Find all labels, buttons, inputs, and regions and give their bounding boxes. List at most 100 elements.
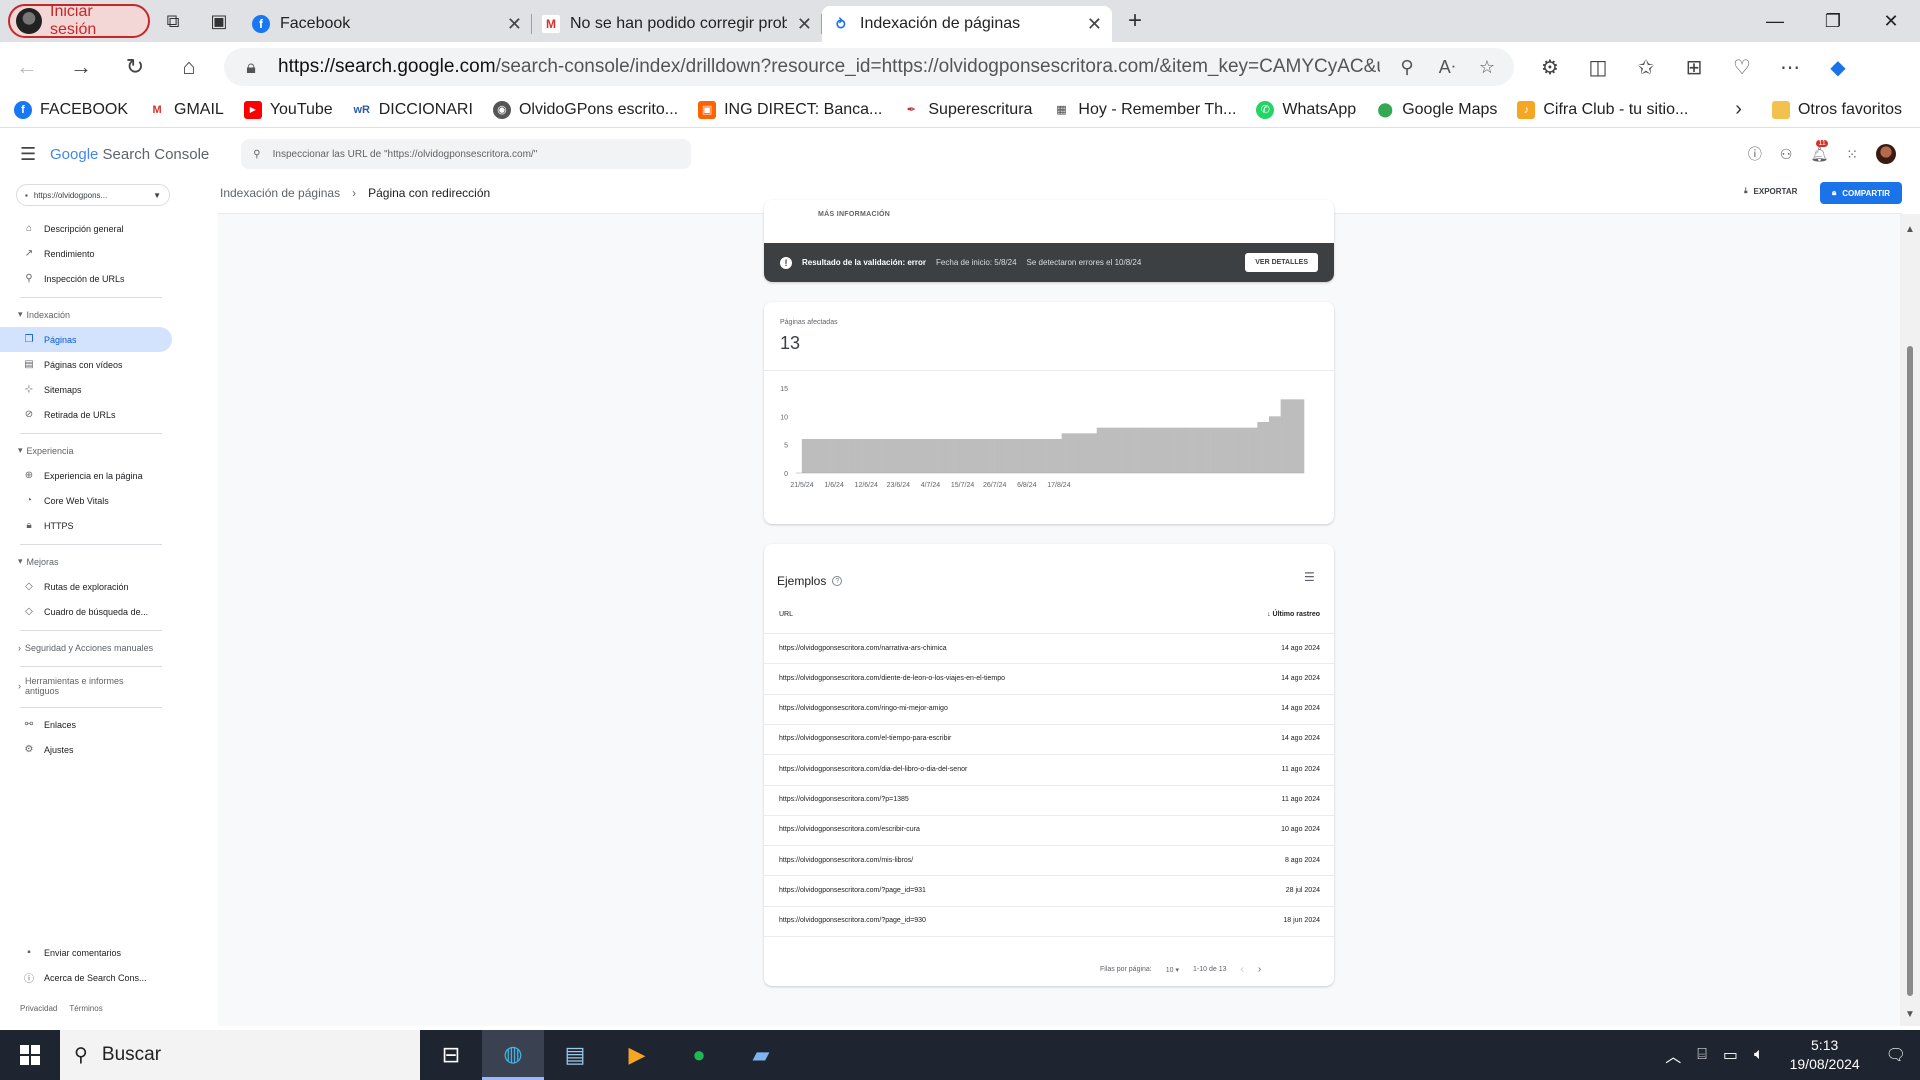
notepad-icon[interactable]: ▤: [544, 1030, 606, 1080]
read-aloud-icon[interactable]: Aᐧ: [1434, 57, 1460, 78]
chart-bar[interactable]: [901, 439, 905, 473]
chart-bar[interactable]: [883, 439, 887, 473]
chart-bar[interactable]: [947, 439, 952, 473]
chart-bar[interactable]: [1257, 422, 1261, 473]
table-row[interactable]: https://olvidogponsescritora.com/?page_i…: [764, 875, 1334, 905]
bookmark-google-maps[interactable]: ⬤ Google Maps: [1376, 101, 1497, 119]
chart-bar[interactable]: [1213, 427, 1217, 473]
sidebar-item-feedback[interactable]: ▪ Enviar comentarios: [0, 940, 172, 965]
table-row[interactable]: https://olvidogponsescritora.com/dia-del…: [764, 754, 1334, 784]
chart-bar[interactable]: [1125, 427, 1130, 473]
restore-icon[interactable]: ❐: [1804, 11, 1862, 32]
chart-bar[interactable]: [1117, 427, 1121, 473]
chart-bar[interactable]: [877, 439, 881, 473]
profile-button[interactable]: Iniciar sesión: [8, 3, 150, 38]
chart-bar[interactable]: [1050, 439, 1054, 473]
taskbar-search[interactable]: ⚲ Buscar: [60, 1030, 420, 1080]
chart-bar[interactable]: [1012, 439, 1016, 473]
bookmark-youtube[interactable]: ▶ YouTube: [243, 100, 333, 119]
chart-bar[interactable]: [1266, 422, 1270, 473]
bookmark-remember[interactable]: ▦ Hoy - Remember Th...: [1052, 101, 1236, 119]
chart-bar[interactable]: [1181, 427, 1185, 473]
task-view-icon[interactable]: ⊟: [420, 1030, 482, 1080]
chart-bar[interactable]: [974, 439, 978, 473]
chart-bar[interactable]: [1187, 427, 1191, 473]
chart-bar[interactable]: [1260, 422, 1264, 473]
clock[interactable]: 5:13 19/08/2024: [1790, 1036, 1860, 1074]
chart-bar[interactable]: [918, 439, 922, 473]
favorites-icon[interactable]: ✩: [1624, 55, 1668, 80]
chart-bar[interactable]: [863, 439, 867, 473]
bookmark-whatsapp[interactable]: ✆ WhatsApp: [1256, 100, 1356, 119]
chart-bar[interactable]: [1105, 427, 1109, 473]
chart-bar[interactable]: [1070, 433, 1074, 473]
chart-bar[interactable]: [982, 439, 987, 473]
chart-bar[interactable]: [880, 439, 884, 473]
sidebar-item-pages[interactable]: ❐ Páginas: [0, 327, 172, 352]
workspaces-icon[interactable]: ⧉: [150, 0, 196, 42]
bookmark-olvidogpons[interactable]: ◉ OlvidoGPons escrito...: [492, 100, 678, 119]
chart-bar[interactable]: [1277, 416, 1281, 473]
sidebar-item-removals[interactable]: ⊘ Retirada de URLs: [0, 402, 172, 427]
chart-bar[interactable]: [924, 439, 928, 473]
chart-bar[interactable]: [866, 439, 870, 473]
chart-bar[interactable]: [1108, 427, 1112, 473]
minimize-icon[interactable]: —: [1746, 11, 1804, 32]
chart-bar[interactable]: [1283, 399, 1287, 473]
chart-bar[interactable]: [1006, 439, 1010, 473]
close-window-icon[interactable]: ✕: [1862, 11, 1920, 32]
chart-bar[interactable]: [1216, 427, 1220, 473]
chart-bar[interactable]: [1120, 427, 1124, 473]
chart-bar[interactable]: [939, 439, 943, 473]
zoom-icon[interactable]: ⚲: [1394, 57, 1420, 78]
address-bar[interactable]: 🔒︎ https://search.google.com/search-cons…: [224, 48, 1514, 86]
more-menu-icon[interactable]: ⋯: [1768, 55, 1812, 80]
chart-bar[interactable]: [991, 439, 995, 473]
chart-bar[interactable]: [831, 439, 835, 473]
chart-bar[interactable]: [1155, 427, 1159, 473]
bookmark-other-favorites[interactable]: Otros favoritos: [1771, 100, 1902, 119]
section-experience[interactable]: ▾ Experiencia: [0, 438, 172, 463]
chart-bar[interactable]: [1003, 439, 1007, 473]
apps-grid-icon[interactable]: ⁙: [1846, 146, 1858, 163]
chart-bar[interactable]: [871, 439, 876, 473]
chart-bar[interactable]: [1099, 427, 1103, 473]
share-button[interactable]: 🔒︎ COMPARTIR: [1820, 182, 1902, 204]
chart-bar[interactable]: [1195, 427, 1200, 473]
section-enhancements[interactable]: ▾ Mejoras: [0, 549, 172, 574]
chart-bar[interactable]: [825, 439, 829, 473]
chart-bar[interactable]: [1087, 433, 1092, 473]
chart-bar[interactable]: [1128, 427, 1133, 473]
privacy-link[interactable]: Privacidad: [20, 1004, 57, 1013]
sidebar-item-https[interactable]: 🔒︎ HTTPS: [0, 513, 172, 538]
scroll-up-icon[interactable]: ▲: [1905, 224, 1915, 235]
column-last-crawl[interactable]: ↓ Último rastreo: [1267, 611, 1320, 618]
rows-per-page-select[interactable]: 10 ▾: [1166, 966, 1179, 974]
chart-bar[interactable]: [1172, 427, 1176, 473]
chart-bar[interactable]: [1225, 427, 1229, 473]
forward-icon[interactable]: →: [54, 54, 108, 80]
chart-bar[interactable]: [892, 439, 896, 473]
chart-bar[interactable]: [1236, 427, 1241, 473]
chevron-right-icon[interactable]: ›: [1735, 98, 1742, 121]
chart-bar[interactable]: [1096, 427, 1100, 473]
more-info-link[interactable]: MÁS INFORMACIÓN: [818, 211, 890, 218]
close-tab-icon[interactable]: ✕: [797, 14, 812, 35]
close-tab-icon[interactable]: ✕: [1087, 14, 1102, 35]
chart-bar[interactable]: [898, 439, 902, 473]
chart-bar[interactable]: [839, 439, 844, 473]
chart-bar[interactable]: [936, 439, 940, 473]
back-icon[interactable]: ←: [0, 54, 54, 80]
chart-bar[interactable]: [1198, 427, 1203, 473]
chart-bar[interactable]: [1038, 439, 1042, 473]
chart-bar[interactable]: [1114, 427, 1118, 473]
chart-bar[interactable]: [904, 439, 908, 473]
chart-bar[interactable]: [1298, 399, 1302, 473]
split-screen-icon[interactable]: ◫: [1576, 55, 1620, 80]
new-tab-icon[interactable]: +: [1112, 0, 1158, 42]
chart-bar[interactable]: [1029, 439, 1033, 473]
section-indexing[interactable]: ▾ Indexación: [0, 302, 172, 327]
bookmark-ing[interactable]: ▣ ING DIRECT: Banca...: [698, 100, 882, 119]
search-console-logo[interactable]: Google Search Console: [50, 146, 209, 163]
chart-bar[interactable]: [1233, 427, 1238, 473]
